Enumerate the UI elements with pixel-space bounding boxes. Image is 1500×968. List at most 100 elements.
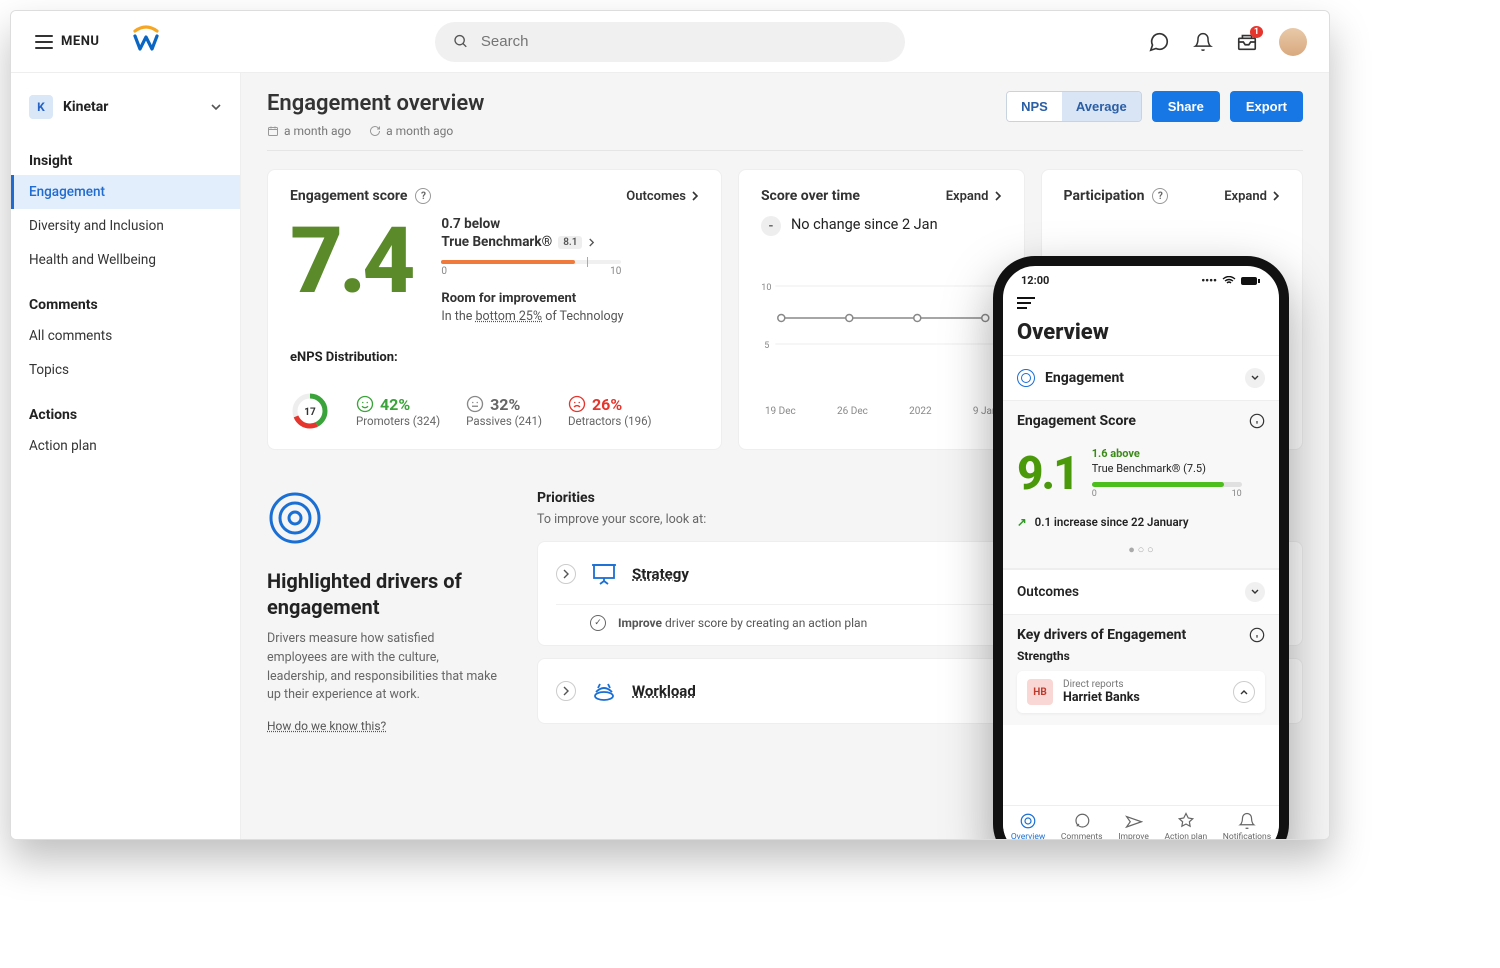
detractors-pct: 26% — [592, 395, 622, 414]
phone-engagement-selector[interactable]: Engagement — [1003, 355, 1279, 400]
phone-increase-text: 0.1 increase since 22 January — [1035, 515, 1189, 529]
change-text: No change since 2 Jan — [791, 216, 938, 233]
phone-score-value: 9.1 — [1017, 447, 1078, 501]
workload-icon — [590, 679, 618, 703]
inbox-badge: 1 — [1250, 26, 1263, 38]
passives-pct: 32% — [490, 395, 520, 414]
phone-tab-comments[interactable]: Comments — [1061, 812, 1103, 840]
highlighted-title: Highlighted drivers of engagement — [267, 568, 497, 620]
x-label-2: 2022 — [909, 406, 931, 417]
promoters-sub: Promoters (324) — [356, 414, 440, 428]
nav-item-engagement[interactable]: Engagement — [11, 175, 240, 209]
bell-icon[interactable] — [1191, 30, 1215, 54]
phone-score-title: Engagement Score — [1017, 413, 1136, 429]
target-icon — [267, 490, 497, 550]
inbox-icon[interactable]: 1 — [1235, 30, 1259, 54]
enps-title: eNPS Distribution: — [290, 350, 699, 365]
engagement-circle-icon — [1017, 369, 1035, 387]
nav-item-action-plan[interactable]: Action plan — [11, 429, 240, 463]
x-label-0: 19 Dec — [765, 406, 796, 417]
slider-max: 10 — [610, 266, 621, 277]
detractors-sub: Detractors (196) — [568, 414, 652, 428]
pagination-dots[interactable]: ● ○ ○ — [1017, 543, 1265, 556]
phone-title: Overview — [1017, 320, 1265, 345]
how-do-we-know-link[interactable]: How do we know this? — [267, 719, 497, 733]
menu-button[interactable]: MENU — [23, 26, 111, 57]
benchmark-label: True Benchmark® — [441, 234, 552, 250]
room-title: Room for improvement — [441, 291, 623, 306]
nav-heading-comments: Comments — [11, 291, 240, 319]
nav-item-topics[interactable]: Topics — [11, 353, 240, 387]
expand-chevron-icon[interactable] — [556, 564, 576, 584]
person-role: Direct reports — [1063, 679, 1223, 690]
chevron-right-icon[interactable] — [588, 238, 595, 247]
svg-text:5: 5 — [764, 341, 769, 351]
nav-item-all-comments[interactable]: All comments — [11, 319, 240, 353]
svg-text:10: 10 — [761, 283, 771, 293]
phone-slider — [1092, 482, 1242, 487]
neutral-icon — [466, 395, 484, 413]
phone-bench-label: True Benchmark® (7.5) — [1092, 462, 1242, 476]
phone-person-card[interactable]: HB Direct reports Harriet Banks — [1017, 671, 1265, 713]
slider-min: 0 — [441, 266, 447, 277]
brand-logo[interactable] — [131, 25, 161, 59]
phone-bench-diff: 1.6 above — [1092, 447, 1242, 461]
page-title: Engagement overview — [267, 91, 484, 116]
chat-icon[interactable] — [1147, 30, 1171, 54]
score-over-time-title: Score over time — [761, 188, 860, 204]
phone-tab-action-plan[interactable]: Action plan — [1165, 812, 1208, 840]
overview-icon — [1019, 812, 1037, 830]
nav-item-health[interactable]: Health and Wellbeing — [11, 243, 240, 277]
user-avatar[interactable] — [1279, 28, 1307, 56]
participation-title: Participation — [1064, 188, 1145, 204]
share-button[interactable]: Share — [1152, 91, 1220, 122]
calendar-icon — [267, 125, 279, 137]
expand-score-link[interactable]: Expand — [946, 189, 1002, 204]
nav-item-diversity[interactable]: Diversity and Inclusion — [11, 209, 240, 243]
help-icon[interactable]: ? — [1152, 188, 1168, 204]
info-icon[interactable] — [1249, 413, 1265, 429]
search-input[interactable] — [435, 22, 905, 62]
org-name: Kinetar — [63, 99, 108, 115]
score-type-segment: NPS Average — [1006, 91, 1142, 122]
smile-icon — [356, 395, 374, 413]
wifi-icon — [1222, 276, 1236, 286]
person-avatar: HB — [1027, 679, 1053, 705]
search-field[interactable] — [481, 33, 887, 50]
mobile-preview: 12:00 •••• Overview Engagement Engagemen… — [993, 256, 1289, 840]
help-icon[interactable]: ? — [415, 188, 431, 204]
seg-nps[interactable]: NPS — [1007, 92, 1062, 121]
passives-sub: Passives (241) — [466, 414, 542, 428]
svg-text:17: 17 — [304, 407, 316, 418]
org-selector[interactable]: K Kinetar — [11, 85, 240, 137]
phone-tab-notifications[interactable]: Notifications — [1223, 812, 1271, 840]
info-icon[interactable] — [1249, 627, 1265, 643]
chevron-up-icon — [1233, 681, 1255, 703]
person-name: Harriet Banks — [1063, 690, 1223, 705]
refresh-icon — [369, 125, 381, 137]
signal-icon: •••• — [1201, 274, 1217, 287]
change-indicator-icon: - — [761, 216, 781, 236]
presentation-icon — [590, 562, 618, 586]
promoters-pct: 42% — [380, 395, 410, 414]
menu-label: MENU — [61, 34, 99, 49]
seg-average[interactable]: Average — [1062, 92, 1141, 121]
phone-tab-overview[interactable]: Overview — [1011, 812, 1045, 840]
phone-time: 12:00 — [1021, 274, 1049, 287]
nav-heading-actions: Actions — [11, 401, 240, 429]
expand-participation-link[interactable]: Expand — [1224, 189, 1280, 204]
comments-icon — [1073, 812, 1091, 830]
phone-tab-improve[interactable]: Improve — [1118, 812, 1149, 840]
engagement-score-value: 7.4 — [290, 216, 411, 308]
outcomes-link[interactable]: Outcomes — [626, 189, 699, 204]
hamburger-icon — [35, 35, 53, 49]
benchmark-value: 8.1 — [558, 236, 582, 249]
battery-icon — [1241, 276, 1261, 286]
phone-menu-icon[interactable] — [1017, 296, 1037, 310]
highlighted-desc: Drivers measure how satisfied employees … — [267, 630, 497, 705]
expand-chevron-icon[interactable] — [556, 681, 576, 701]
enps-donut-icon: 17 — [290, 391, 330, 431]
engagement-card-title: Engagement score — [290, 188, 407, 204]
export-button[interactable]: Export — [1230, 91, 1303, 122]
phone-outcomes-row[interactable]: Outcomes — [1003, 569, 1279, 614]
